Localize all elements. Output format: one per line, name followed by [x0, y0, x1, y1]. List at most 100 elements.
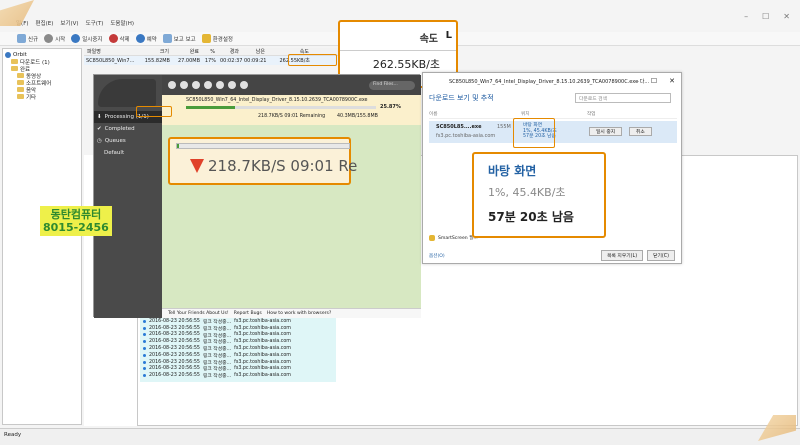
download-percent: 25.87% [380, 104, 401, 110]
tree-item-completed[interactable]: 완료 [5, 65, 79, 73]
col-remaining[interactable]: 남은 [242, 48, 268, 55]
tree-item-downloads[interactable]: 다운로드 (1) [5, 58, 79, 66]
app-toolbar: Find Files... [162, 75, 421, 95]
speed-highlight-box [288, 54, 337, 66]
tree-item-music[interactable]: 음악 [5, 86, 79, 94]
download-file-name: SC850L850_Win7_64_Intel_Display_Driver_8… [186, 98, 368, 103]
col-filename[interactable]: 파일명 [84, 48, 142, 55]
new-button[interactable]: 신규 [16, 34, 39, 43]
how-to-link[interactable]: How to work with browsers? [267, 311, 332, 316]
folder-icon [17, 94, 24, 99]
dialog-title: SC850L850_Win7_64_Intel_Display_Driver_8… [449, 79, 650, 85]
play-icon [44, 34, 54, 43]
info-dot-icon [143, 360, 146, 364]
settings-icon [201, 34, 211, 43]
new-file-icon [17, 34, 26, 43]
tree-item-other[interactable]: 기타 [5, 93, 79, 101]
download-progress-fill [186, 106, 236, 109]
dialog-minimize-button[interactable]: – [635, 77, 639, 85]
queue-icon: ◷ [97, 138, 102, 144]
download-icon: ⬇ [97, 114, 102, 120]
dialog-host: fs3.pc.toshiba-asia.com [436, 133, 496, 139]
delete-icon [108, 34, 118, 43]
tell-friends-link[interactable]: Tell Your Friends About Us! [168, 311, 229, 316]
cancel-button[interactable]: 취소 [629, 127, 652, 136]
status-location: 바탕 화면 [488, 164, 537, 178]
watermark: 동탄컴퓨터 8015-2456 [40, 206, 112, 236]
dialog-size: 155M [497, 124, 511, 130]
download-size: 40.3MB/155.8MB [337, 114, 378, 119]
smartscreen-row: SmartScreen 필... [429, 235, 478, 241]
log-row: 2016-08-23 20:56:55 링크 작성중... fs3.pc.toshi… [143, 372, 333, 379]
status-progress: 1%, 45.4KB/초 [488, 186, 566, 199]
row-pct: 17% [204, 57, 216, 64]
col-elapsed[interactable]: 경과 [218, 48, 242, 55]
tree-item-software[interactable]: 소프트웨어 [5, 79, 79, 87]
search-input[interactable]: Find Files... [369, 80, 415, 90]
app-footer: Tell Your Friends About Us! Report Bugs … [162, 308, 421, 318]
log-row: 2016-08-23 20:56:55 링크 작성중... fs3.pc.toshi… [143, 352, 333, 359]
col-pct[interactable]: % [202, 49, 218, 55]
menu-tools[interactable]: 도구(T) [86, 19, 104, 27]
row-done: 27.00MB [177, 57, 200, 64]
pause-button[interactable]: 일시중지 [70, 34, 103, 43]
settings-button[interactable]: 환경설정 [201, 34, 234, 43]
speed-time-callout: 218.7KB/S 09:01 Re [168, 137, 357, 185]
start-button[interactable]: 시작 [43, 34, 66, 43]
download-item[interactable]: SC850L850_Win7_64_Intel_Display_Driver_8… [162, 95, 421, 125]
info-dot-icon [143, 347, 146, 351]
info-dot-icon [143, 319, 146, 323]
eagle-logo-icon [98, 79, 156, 107]
status-callout: 바탕 화면 1%, 45.4KB/초 57분 20초 남음 [472, 152, 606, 238]
dialog-search-input[interactable]: 다운로드 검색 [575, 93, 671, 103]
sidebar-item-default[interactable]: Default [94, 147, 162, 159]
speed-label: 속도 [419, 34, 438, 45]
close-button[interactable]: 닫기(C) [647, 250, 675, 261]
menu-view[interactable]: 보기(V) [60, 19, 78, 27]
menu-edit[interactable]: 편집(E) [36, 19, 54, 27]
down-arrow-icon [190, 159, 204, 173]
folder-icon [11, 66, 18, 71]
report-bugs-link[interactable]: Report Bugs [234, 311, 262, 316]
report-button[interactable]: 보고 보고 [162, 34, 197, 43]
status-bar: Ready [0, 428, 800, 445]
options-link[interactable]: 옵션(O) [429, 253, 445, 259]
sidebar-item-completed[interactable]: ✔ Completed [94, 123, 162, 135]
pause-icon [71, 34, 81, 43]
dialog-heading: 다운로드 보기 및 추적 [429, 94, 494, 102]
add-icon[interactable] [168, 81, 176, 89]
settings-icon[interactable] [216, 81, 224, 89]
callout-speed-text: 218.7KB/S 09:01 Re [208, 157, 358, 175]
menu-help[interactable]: 도움말(H) [110, 19, 134, 27]
info-dot-icon [143, 367, 146, 371]
stop-icon[interactable] [204, 81, 212, 89]
report-icon [162, 34, 172, 43]
col-action: 작업 [587, 112, 596, 117]
col-size[interactable]: 크기 [142, 48, 172, 55]
pause-button[interactable]: 일시 중지 [589, 127, 623, 136]
log-row: 2016-08-23 20:56:55 링크 작성중... fs3.pc.toshi… [143, 366, 333, 372]
play-icon[interactable] [180, 81, 188, 89]
download-speed-time: 218.7KB/S 09:01 Remaining [258, 114, 326, 119]
log-row: 2016-08-23 20:56:55 링크 작성중... fs3.pc.toshi… [143, 345, 333, 352]
check-icon: ✔ [97, 126, 102, 132]
pause-icon[interactable] [192, 81, 200, 89]
info-dot-icon [143, 326, 146, 330]
log-row: 2016-08-23 20:56:55 링크 작성중... fs3.pc.toshi… [143, 332, 333, 339]
schedule-button[interactable]: 예약 [135, 34, 158, 43]
dialog-file-name: SC850L85....exe [436, 124, 482, 130]
log-row: 2016-08-23 20:56:55 링크 작성중... fs3.pc.toshi… [143, 318, 333, 325]
download-progress-bar [186, 106, 376, 109]
cloud-icon[interactable] [240, 81, 248, 89]
log-row: 2016-08-23 20:56:55 링크 작성중... fs3.pc.toshi… [143, 325, 333, 332]
sidebar-item-queues[interactable]: ◷ Queues [94, 135, 162, 147]
info-dot-icon [143, 353, 146, 357]
dialog-maximize-button[interactable]: ☐ [651, 77, 657, 85]
location-highlight-box [513, 118, 555, 148]
clear-list-button[interactable]: 목록 지우기(L) [601, 250, 644, 261]
delete-button[interactable]: 삭제 [108, 34, 131, 43]
row-size: 155.82MB [144, 57, 170, 64]
col-done[interactable]: 완료 [172, 48, 202, 55]
delete-icon[interactable] [228, 81, 236, 89]
dialog-close-button[interactable]: ✕ [669, 77, 675, 85]
